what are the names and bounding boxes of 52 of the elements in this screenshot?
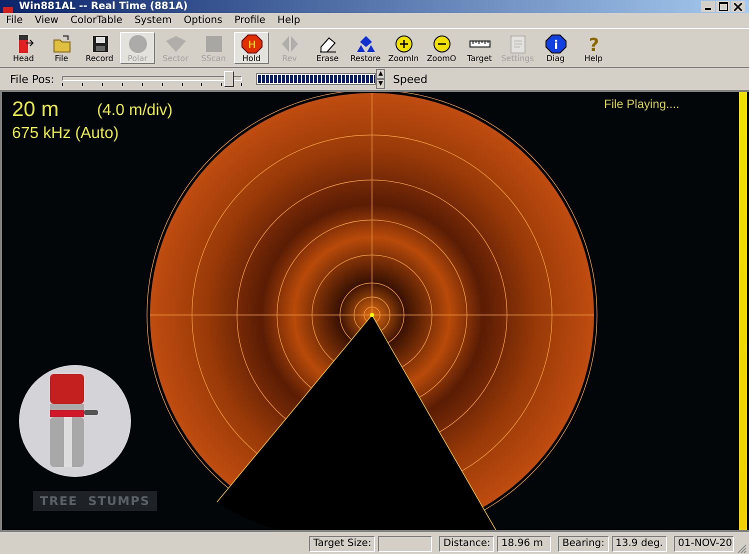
toolbar-button[interactable]: ZoomO [424,32,459,64]
menu-item[interactable]: File [6,15,23,26]
zoomout-icon [430,34,452,54]
menu-item[interactable]: View [34,15,58,26]
menu-item[interactable]: Profile [234,15,266,26]
scale-text: (4.0 m/div) [97,102,173,120]
close-button[interactable] [731,1,745,12]
help-icon: ? [582,34,604,54]
file-icon [50,34,72,54]
speed-label: Speed [392,72,428,86]
menu-item[interactable]: ColorTable [70,15,122,26]
status-date: 01-NOV-20 [674,536,734,552]
range-text: 20 m [12,98,59,122]
toolbar-button[interactable]: Erase [310,32,345,64]
toolbar-button[interactable]: Record [82,32,117,64]
target-label: TREE STUMPS [33,491,157,511]
frequency-text: 675 kHz (Auto) [12,125,119,143]
maximize-icon [718,2,728,11]
resize-grip-icon [737,544,747,554]
toolbar-button[interactable]: Target [462,32,497,64]
status-value: 18.96 m [497,536,552,552]
file-pos-label: File Pos: [10,72,54,86]
diag-icon: i [544,34,566,54]
toolbar-button[interactable]: ZoomIn [386,32,421,64]
file-pos-slider[interactable] [62,70,242,88]
playback-status-text: File Playing.... [604,97,680,111]
toolbar-button[interactable]: File [44,32,79,64]
status-label: Target Size: [309,536,376,552]
hold-icon: H [240,34,262,54]
status-label: Distance: [439,536,494,552]
app-icon [3,7,13,13]
toolbar-button[interactable]: H Hold [234,32,269,64]
status-value [378,536,432,552]
menu-item[interactable]: Options [184,15,222,26]
zoomin-icon [392,34,414,54]
polar-icon [126,34,148,54]
minimize-button[interactable] [701,1,715,12]
toolbar-button[interactable]: i Diag [538,32,573,64]
status-label: Bearing: [558,536,609,552]
minimize-icon [705,8,711,10]
window-title: Win881AL -- Real Time (881A) [19,0,188,13]
maximize-button[interactable] [716,1,730,12]
sector-icon [164,34,186,54]
toolbar-button[interactable]: ? Help [576,32,611,64]
menu-item[interactable]: Help [277,15,300,26]
toolbar-button[interactable]: Restore [348,32,383,64]
slider-thumb[interactable] [224,71,234,87]
restore-icon [354,34,376,54]
status-value: 13.9 deg. [612,536,667,552]
close-icon [734,2,742,10]
toolbar-button[interactable]: Head [6,32,41,64]
menu-item[interactable]: System [134,15,172,26]
